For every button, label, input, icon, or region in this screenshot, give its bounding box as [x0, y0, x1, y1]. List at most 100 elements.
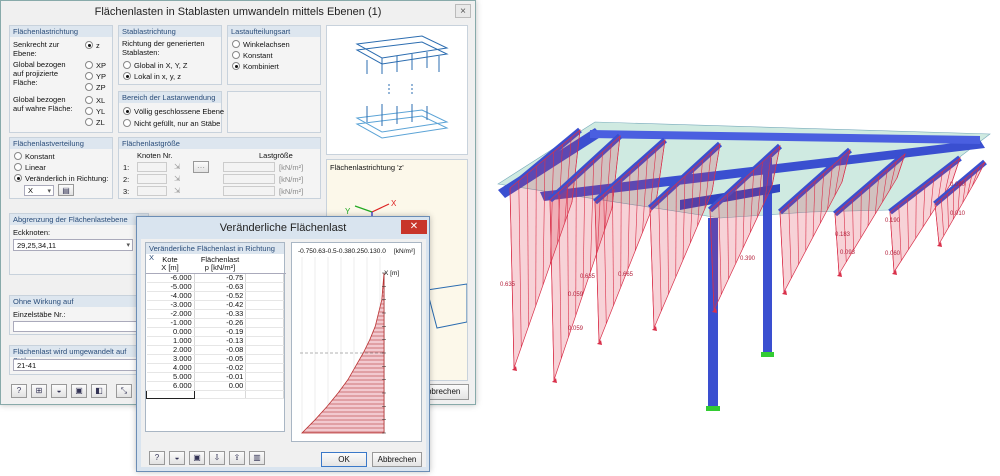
table-row[interactable]: -5.000 -0.63	[146, 282, 284, 292]
variable-load-dialog: Veränderliche Flächenlast ✕ Veränderlich…	[136, 216, 430, 472]
table-row[interactable]: -6.000 -0.75	[146, 274, 284, 283]
radio-xp-label: XP	[96, 61, 107, 70]
edit-variable-load-button[interactable]: ▤	[58, 184, 74, 196]
radio-dist-variable[interactable]	[14, 174, 22, 182]
extra-button[interactable]: ⤡	[116, 384, 132, 398]
corner-nodes-input[interactable]: 29,25,34,11 ▾	[13, 239, 133, 251]
radio-local[interactable]	[123, 72, 131, 80]
radio-zl-label: ZL	[96, 118, 105, 127]
pick-node3-icon[interactable]: ⇲	[174, 186, 180, 195]
boundary-header: Abgrenzung der Flächenlastebene	[10, 214, 148, 225]
single-members-label: Einzelstäbe Nr.:	[13, 310, 66, 319]
units-button[interactable]: ⊞	[31, 384, 47, 398]
table-row[interactable]: 0.000 -0.19	[146, 327, 284, 337]
radio-xp[interactable]	[85, 61, 93, 69]
table-row[interactable]: 3.000 -0.05	[146, 354, 284, 364]
open-button[interactable]: ◒	[51, 384, 67, 398]
distribution-type-group: Lastaufteilungsart Winkelachsen Konstant…	[227, 25, 321, 85]
unit3-label: [kN/m²]	[279, 187, 304, 196]
var-ok-button[interactable]: OK	[321, 452, 367, 467]
radio-notfilled[interactable]	[123, 119, 131, 127]
load1-input[interactable]	[223, 162, 275, 172]
single-members-input[interactable]	[13, 321, 147, 332]
help-button[interactable]: ?	[11, 384, 27, 398]
table-row[interactable]: 5.000 -0.01	[146, 372, 284, 382]
cell-empty	[245, 309, 284, 319]
radio-combined[interactable]	[232, 62, 240, 70]
radio-closed[interactable]	[123, 107, 131, 115]
var-save-button[interactable]: ▣	[189, 451, 205, 465]
radio-dist-linear[interactable]	[14, 163, 22, 171]
load-value-label: 0.060	[885, 251, 901, 257]
table-row[interactable]: 1.000 -0.13	[146, 336, 284, 346]
var-cancel-button[interactable]: Abbrechen	[372, 452, 422, 467]
var-export-button[interactable]: ⇪	[229, 451, 245, 465]
node3-input[interactable]	[137, 186, 167, 196]
variable-load-title: Veränderliche Flächenlast	[219, 222, 347, 234]
size-col-label: Lastgröße	[259, 151, 293, 160]
distribution-type-header: Lastaufteilungsart	[228, 26, 320, 37]
variable-load-rows: -6.000 -0.75 -5.000 -0.63 -4.000 -0.52 -3.000-…	[146, 274, 284, 400]
table-row[interactable]: -4.000 -0.52	[146, 291, 284, 301]
application-area-group: Bereich der Lastanwendung Völlig geschlo…	[118, 91, 224, 133]
converted-members-header: Flächenlast wird umgewandelt auf Stäbe	[10, 346, 148, 365]
cell-p[interactable]: 0.00	[194, 381, 247, 391]
var-help-button[interactable]: ?	[149, 451, 165, 465]
radio-yl[interactable]	[85, 107, 93, 115]
load-value-label: 0.635	[580, 274, 596, 280]
cell-empty	[245, 291, 284, 301]
converted-members-input[interactable]: 21-41	[13, 359, 147, 371]
save-button[interactable]: ▣	[71, 384, 87, 398]
nodes-col-label: Knoten Nr.	[137, 151, 173, 160]
radio-dist-constant[interactable]	[14, 152, 22, 160]
node2-input[interactable]	[137, 174, 167, 184]
pick-node2-icon[interactable]: ⇲	[174, 174, 180, 183]
cell-p[interactable]	[194, 390, 247, 400]
load-value-label: 0.665	[618, 272, 634, 278]
radio-combined-label: Kombiniert	[243, 62, 279, 71]
row2-label: 2:	[123, 175, 130, 184]
variable-load-close-button[interactable]: ✕	[401, 220, 427, 234]
direction-select[interactable]: X ▾	[24, 185, 54, 196]
radio-constant[interactable]	[232, 51, 240, 59]
var-table-button[interactable]: ▥	[249, 451, 265, 465]
radio-z[interactable]	[85, 41, 93, 49]
no-effect-group: Ohne Wirkung auf Einzelstäbe Nr.:	[9, 295, 149, 335]
pick-node1-icon[interactable]: ⇲	[174, 162, 180, 171]
radio-dist-variable-label: Veränderlich in Richtung:	[25, 174, 109, 183]
table-row[interactable]: 4.000 -0.02	[146, 363, 284, 373]
radio-global[interactable]	[123, 61, 131, 69]
cell-x[interactable]: 6.000	[146, 381, 195, 391]
perp-label: Senkrecht zur Ebene:	[13, 40, 60, 58]
table-row[interactable]: -2.000 -0.33	[146, 309, 284, 319]
table-row[interactable]	[146, 389, 284, 400]
load-magnitude-group: Flächenlastgröße Knoten Nr. Lastgröße 1:…	[118, 137, 321, 199]
radio-dist-linear-label: Linear	[25, 163, 46, 172]
table-row[interactable]: 6.000 0.00	[146, 381, 284, 391]
preview-arrows	[366, 52, 440, 126]
var-open-button[interactable]: ◒	[169, 451, 185, 465]
table-row[interactable]: 2.000 -0.08	[146, 345, 284, 355]
node1-input[interactable]	[137, 162, 167, 172]
load2-input[interactable]	[223, 174, 275, 184]
chevron-down-icon: ▾	[126, 242, 130, 249]
table-row[interactable]: -1.000 -0.26	[146, 318, 284, 328]
load3-input[interactable]	[223, 186, 275, 196]
cell-empty	[245, 354, 284, 364]
preview-illustration	[355, 35, 449, 139]
cell-x[interactable]	[146, 389, 195, 400]
radio-zp-label: ZP	[96, 83, 106, 92]
main-close-button[interactable]: ×	[455, 4, 471, 18]
table-row[interactable]: -3.000 -0.42	[146, 300, 284, 310]
structure-model-view[interactable]: 0.090 0.010 0.190 0.183 0.060 0.390 0.635 0.059…	[480, 100, 1000, 420]
view-button[interactable]: ◧	[91, 384, 107, 398]
converted-members-group: Flächenlast wird umgewandelt auf Stäbe 2…	[9, 345, 149, 375]
radio-angle[interactable]	[232, 40, 240, 48]
preview2-label: Flächenlastrichtung 'z'	[330, 163, 404, 172]
radio-xl[interactable]	[85, 96, 93, 104]
var-import-button[interactable]: ⇩	[209, 451, 225, 465]
select-nodes-button[interactable]: ⋯	[193, 161, 209, 173]
radio-zl[interactable]	[85, 118, 93, 126]
radio-zp[interactable]	[85, 83, 93, 91]
radio-yp[interactable]	[85, 72, 93, 80]
